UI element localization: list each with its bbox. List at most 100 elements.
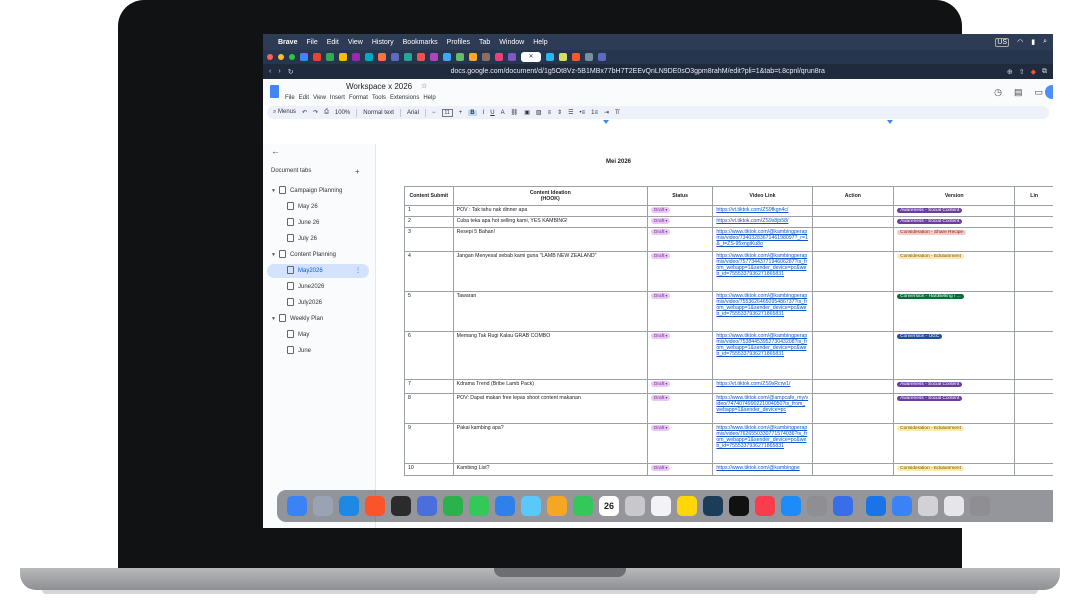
tab-june2026[interactable]: June2026	[287, 280, 324, 294]
status-cell[interactable]: Draft ▾	[646, 331, 714, 380]
numbered-list-icon[interactable]: 1≡	[591, 110, 598, 116]
browser-tab-icon[interactable]	[572, 53, 580, 61]
version-chip[interactable]: Conversion - Hardselling / ...	[897, 294, 964, 299]
tab-campaign-planning[interactable]: ▼ Campaign Planning	[271, 184, 342, 198]
align-icon[interactable]: ≡	[548, 110, 552, 116]
menu-view[interactable]: View	[348, 39, 363, 46]
version-cell[interactable]: Conversion - UGC	[893, 331, 1016, 380]
browser-tab-icon[interactable]	[430, 53, 438, 61]
style-select[interactable]: Normal text	[363, 110, 394, 116]
url-field[interactable]: docs.google.com/document/d/1g5Ot8Vz-5B1M…	[451, 68, 825, 75]
browser-tab-icon[interactable]	[585, 53, 593, 61]
calendar-icon[interactable]: 26	[599, 496, 619, 516]
version-cell[interactable]: Consideration - Edutainment	[893, 423, 1016, 464]
forward-icon[interactable]: ›	[278, 68, 280, 75]
status-cell[interactable]: Draft ▾	[646, 216, 714, 228]
docs-menu-view[interactable]: View	[313, 95, 326, 101]
video-link-cell[interactable]: https://www.tiktok.com/@ampcafe_my/video…	[712, 393, 813, 424]
video-link-cell[interactable]: https://www.tiktok.com/@kambingperapmis/…	[712, 331, 813, 380]
comment-icon[interactable]: ▣	[524, 109, 530, 116]
tab-may-26[interactable]: May 26	[287, 200, 318, 214]
mail-icon[interactable]	[495, 496, 515, 516]
maps-icon[interactable]	[521, 496, 541, 516]
status-chip[interactable]: Draft ▾	[650, 229, 671, 235]
safari-icon[interactable]	[339, 496, 359, 516]
browser-tab-icon[interactable]	[378, 53, 386, 61]
link-cell[interactable]	[1014, 331, 1053, 380]
tab-july-26[interactable]: July 26	[287, 232, 317, 246]
clear-format-icon[interactable]: T̸	[615, 110, 619, 116]
brave-icon[interactable]	[365, 496, 385, 516]
font-size-decrease[interactable]: −	[432, 110, 436, 116]
font-size-field[interactable]: 11	[441, 108, 453, 117]
tab-june-26[interactable]: June 26	[287, 216, 319, 230]
image-icon[interactable]: ▨	[536, 109, 542, 116]
chevron-down-icon[interactable]: ▾	[664, 207, 667, 212]
ideation-cell[interactable]: Jangan Menyesal sebab kami guna "LAMB NE…	[452, 251, 648, 292]
browser-tab-icon[interactable]	[482, 53, 490, 61]
zoom-select[interactable]: 100%	[335, 110, 350, 116]
link-icon[interactable]: ⛓	[511, 109, 519, 116]
video-link-cell[interactable]: https://vt.tiktok.com/ZS9fkgn4c/	[712, 205, 813, 217]
table-row[interactable]: 1 POV : Tak tahu nak dinner apa Draft ▾ htt…	[404, 205, 1053, 217]
brave-shields-icon[interactable]: ◆	[1031, 68, 1036, 76]
column-header[interactable]: Lin	[1014, 186, 1053, 206]
star-icon[interactable]: ☆	[421, 82, 427, 90]
submit-cell[interactable]: 4	[404, 251, 454, 292]
link-cell[interactable]	[1014, 393, 1053, 424]
capcut-icon[interactable]	[391, 496, 411, 516]
browser-tab-icon[interactable]	[495, 53, 503, 61]
browser-tab-icon[interactable]	[598, 53, 606, 61]
menu-file[interactable]: File	[306, 39, 317, 46]
italic-button[interactable]: I	[483, 110, 485, 116]
app-icon[interactable]	[918, 496, 938, 516]
version-chip[interactable]: Awareness - Social Content	[897, 382, 963, 387]
link-cell[interactable]	[1014, 205, 1053, 217]
docs-menu-insert[interactable]: Insert	[330, 95, 345, 101]
submit-cell[interactable]: 9	[404, 423, 454, 464]
link-cell[interactable]	[1014, 291, 1053, 332]
action-cell[interactable]	[811, 227, 895, 252]
video-link-cell[interactable]: https://www.tiktok.com/@kambingperapmis/…	[712, 251, 813, 292]
status-chip[interactable]: Draft ▾	[650, 333, 671, 339]
video-link[interactable]: https://www.tiktok.com/@kambingperapmis/…	[716, 425, 807, 449]
app-icon[interactable]	[833, 496, 853, 516]
menu-tab[interactable]: Tab	[479, 39, 490, 46]
checklist-icon[interactable]: ☰	[568, 109, 573, 116]
menu-help[interactable]: Help	[533, 39, 547, 46]
photos-icon[interactable]	[547, 496, 567, 516]
status-chip[interactable]: Draft ▾	[650, 395, 671, 401]
zoom-icon[interactable]: ⊕	[1007, 68, 1013, 76]
table-row[interactable]: 5 Tawaran Draft ▾ https://www.tiktok.com/@k…	[404, 291, 1053, 332]
chevron-down-icon[interactable]: ▾	[664, 333, 667, 338]
tab-weekly-plan[interactable]: ▼ Weekly Plan	[271, 312, 323, 326]
browser-tab-icon[interactable]	[456, 53, 464, 61]
version-chip[interactable]: Consideration - Edutainment	[897, 466, 964, 471]
table-row[interactable]: 10 Kambing List? Draft ▾ https://www.tiktok…	[404, 463, 1053, 476]
action-cell[interactable]	[811, 393, 895, 424]
column-header[interactable]: Action	[811, 186, 895, 206]
app-icon[interactable]	[866, 496, 886, 516]
browser-tab-icon[interactable]	[508, 53, 516, 61]
app-icon[interactable]	[443, 496, 463, 516]
print-icon[interactable]: ⎙	[324, 109, 329, 116]
action-cell[interactable]	[811, 423, 895, 464]
indent-icon[interactable]: ⇥	[604, 109, 609, 116]
browser-tab-icon[interactable]	[300, 53, 308, 61]
table-row[interactable]: 9 Pakai kambing apa? Draft ▾ https://www.ti…	[404, 423, 1053, 464]
bold-button[interactable]: B	[468, 109, 477, 116]
browser-tab-icon[interactable]	[559, 53, 567, 61]
underline-button[interactable]: U	[490, 110, 494, 116]
status-cell[interactable]: Draft ▾	[646, 227, 714, 252]
browser-tab-icon[interactable]	[326, 53, 334, 61]
chevron-down-icon[interactable]: ▾	[664, 381, 667, 386]
action-cell[interactable]	[811, 331, 895, 380]
status-chip[interactable]: Draft ▾	[650, 253, 671, 259]
version-cell[interactable]: Conversion - Hardselling / ...	[893, 291, 1016, 332]
app-store-icon[interactable]	[781, 496, 801, 516]
table-row[interactable]: 4 Jangan Menyesal sebab kami guna "LAMB N…	[404, 251, 1053, 292]
finder-icon[interactable]	[287, 496, 307, 516]
link-cell[interactable]	[1014, 216, 1053, 228]
tab-may2026[interactable]: May2026 ⋮	[267, 264, 369, 278]
submit-cell[interactable]: 8	[404, 393, 454, 424]
